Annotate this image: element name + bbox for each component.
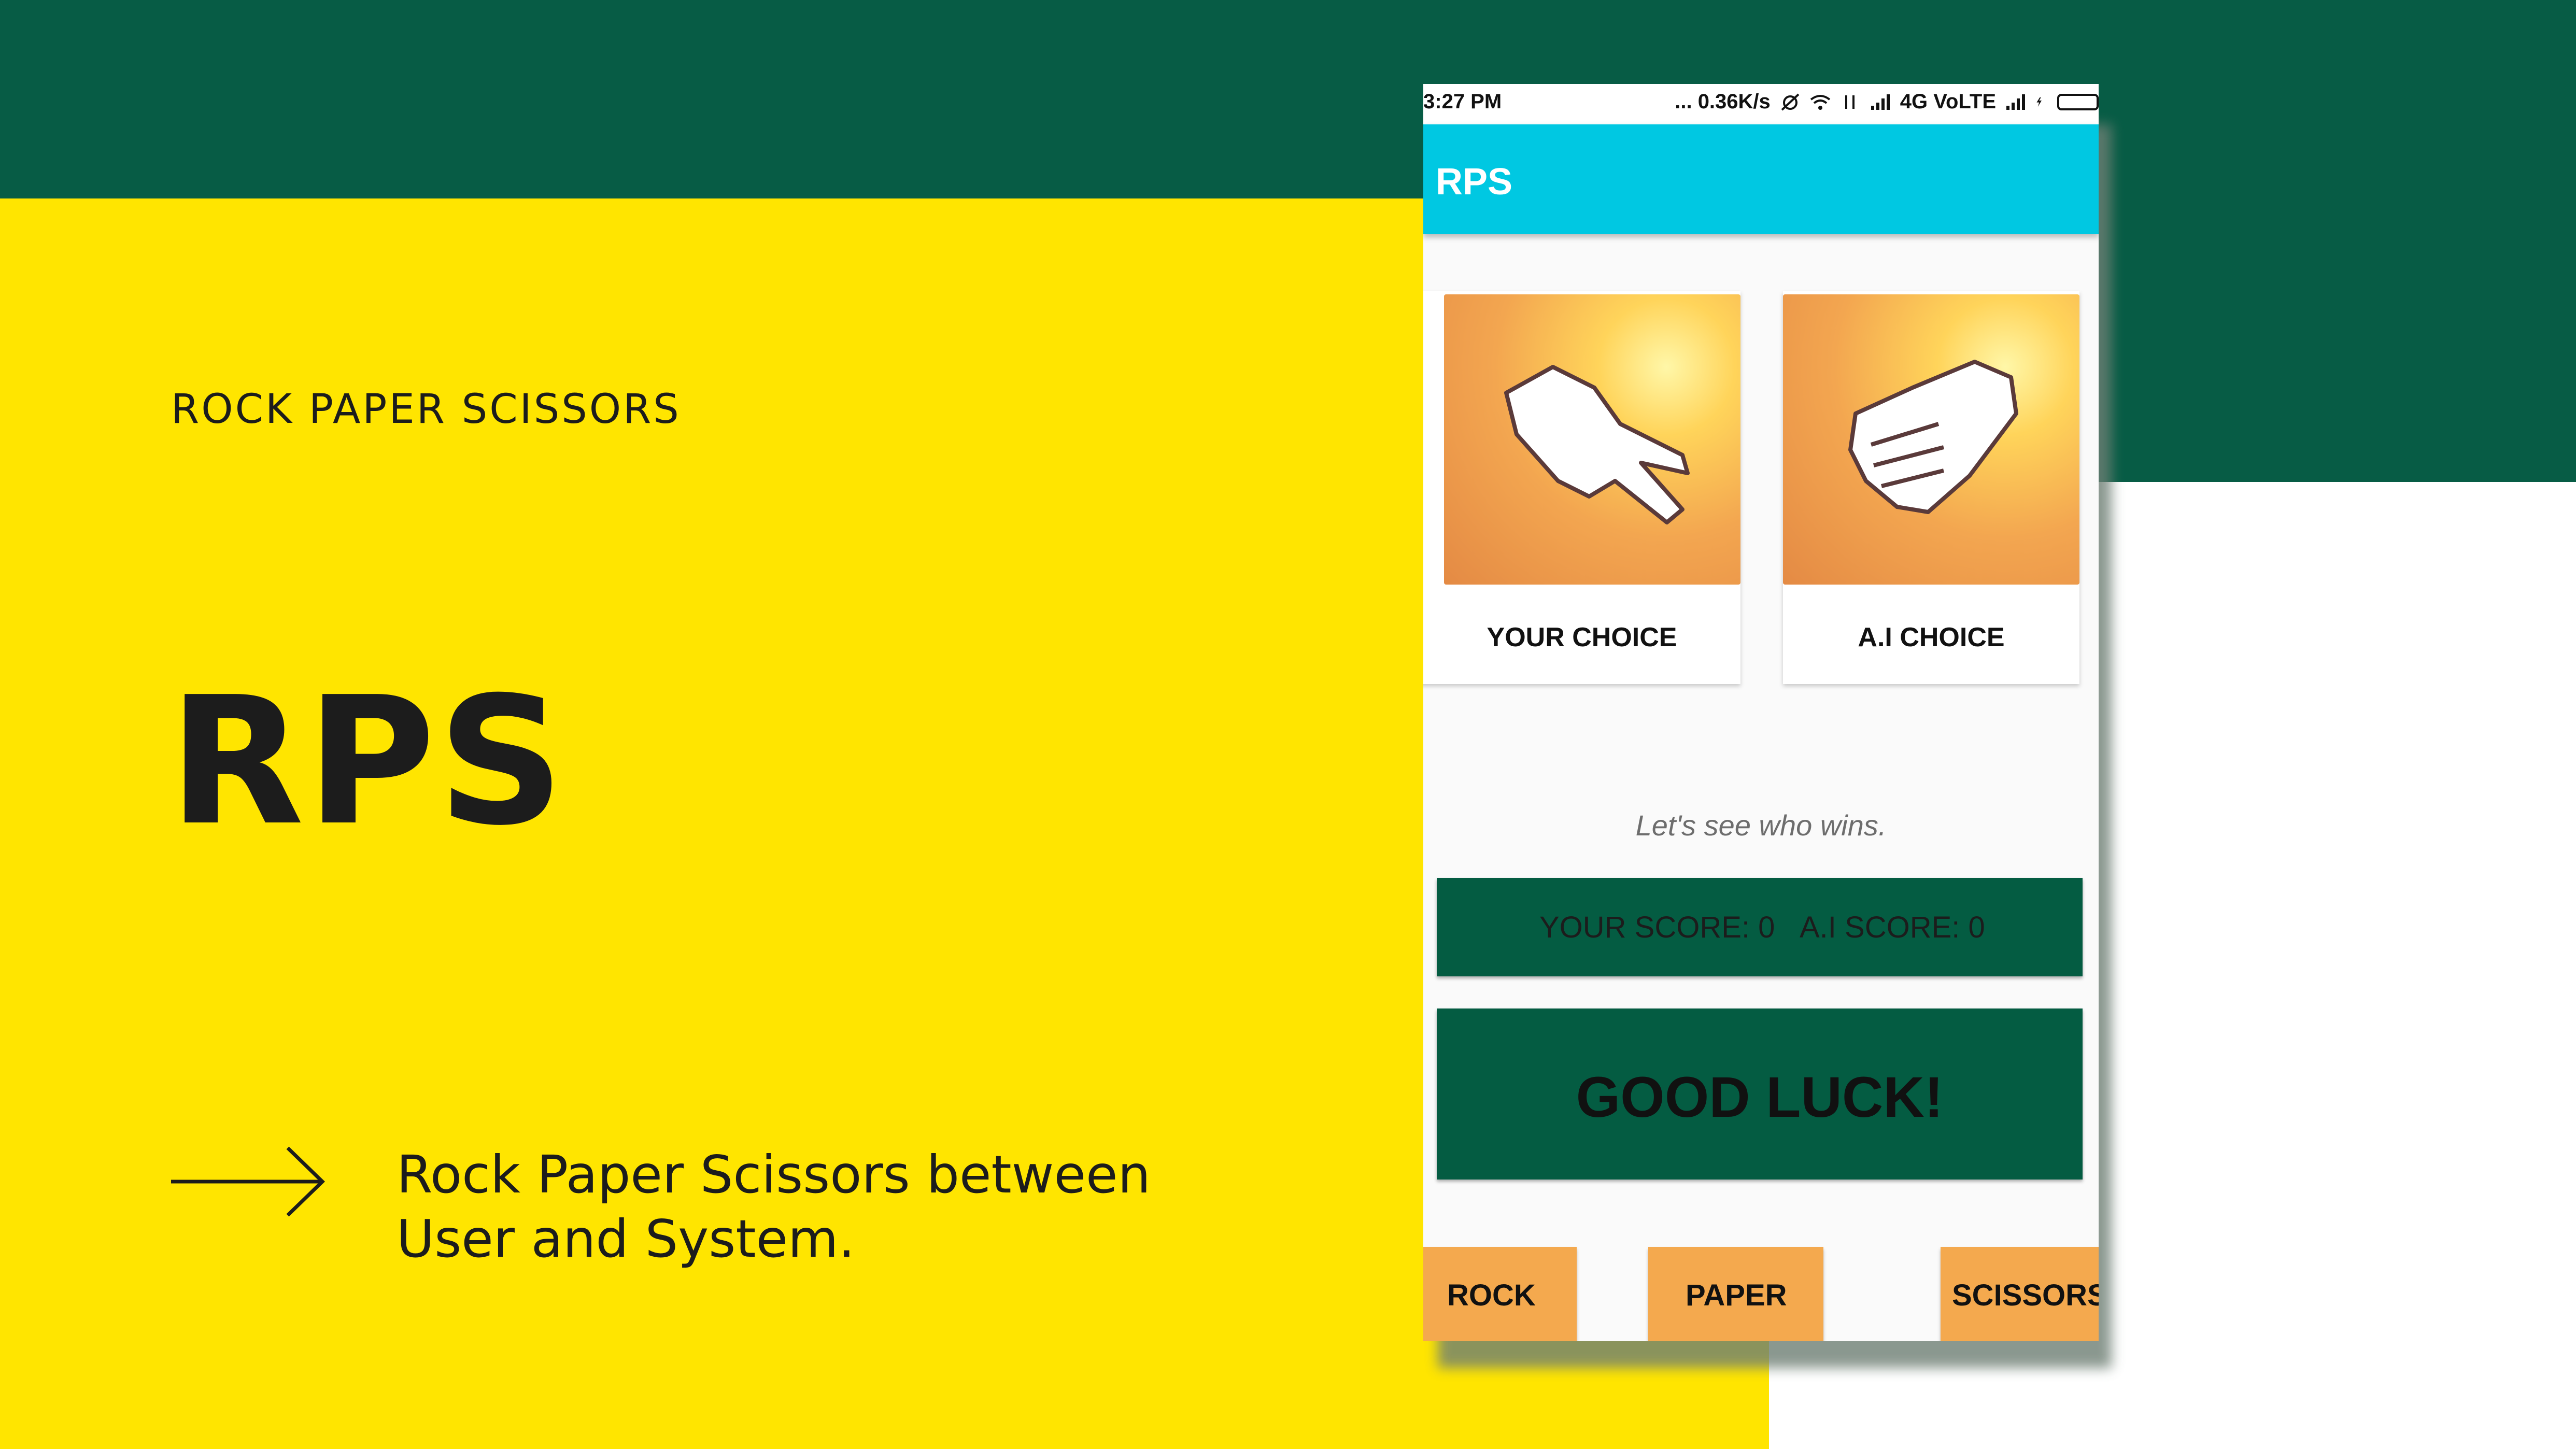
result-text: GOOD LUCK! xyxy=(1576,1066,1944,1129)
slide-title: RPS xyxy=(168,659,567,864)
ai-score: A.I SCORE: 0 xyxy=(1800,911,1985,944)
rock-button-label: ROCK xyxy=(1447,1278,1536,1312)
phone-screenshot: 3:27 PM ... 0.36K/s 4G VoLTE RPS YOUR CH… xyxy=(1423,84,2099,1341)
paper-button[interactable]: PAPER xyxy=(1648,1247,1823,1341)
rock-button[interactable]: ROCK xyxy=(1423,1247,1577,1341)
arrow-right-icon xyxy=(171,1146,325,1217)
your-score: YOUR SCORE: 0 xyxy=(1539,911,1775,944)
ai-choice-label: A.I CHOICE xyxy=(1858,622,2005,652)
data-transfer-icon xyxy=(1845,95,1855,109)
description-line-1: Rock Paper Scissors between xyxy=(397,1144,1151,1205)
your-choice-label: YOUR CHOICE xyxy=(1487,622,1677,652)
status-indicators: ... 0.36K/s 4G VoLTE xyxy=(1675,90,2099,113)
signal-strength-icon xyxy=(1871,94,1890,110)
result-panel: GOOD LUCK! xyxy=(1437,1008,2083,1180)
ai-choice-image xyxy=(1783,294,2079,585)
alarm-off-icon xyxy=(1781,93,1800,110)
description-line-2: User and System. xyxy=(397,1209,855,1269)
app-bar: RPS xyxy=(1423,124,2099,234)
ai-choice-card: A.I CHOICE xyxy=(1783,291,2079,684)
slide-eyebrow: ROCK PAPER SCISSORS xyxy=(171,386,681,433)
status-bar: 3:27 PM ... 0.36K/s 4G VoLTE xyxy=(1423,84,2099,124)
score-bar: YOUR SCORE: 0 A.I SCORE: 0 xyxy=(1437,878,2083,976)
your-choice-card: YOUR CHOICE xyxy=(1423,291,1740,684)
slide-description: Rock Paper Scissors between User and Sys… xyxy=(397,1143,1278,1271)
background-green-band xyxy=(0,0,2576,198)
network-speed: ... 0.36K/s xyxy=(1675,90,1771,113)
scissors-button[interactable]: SCISSORS xyxy=(1941,1247,2099,1341)
connection-type: 4G VoLTE xyxy=(1900,90,1996,113)
status-time: 3:27 PM xyxy=(1423,90,1502,113)
your-choice-image xyxy=(1444,294,1740,585)
app-title: RPS xyxy=(1436,161,1513,203)
signal-strength-2-icon xyxy=(2006,94,2025,110)
battery-icon xyxy=(2057,93,2099,110)
paper-button-label: PAPER xyxy=(1686,1278,1787,1312)
scissors-hand-icon xyxy=(1504,365,1690,524)
scissors-button-label: SCISSORS xyxy=(1952,1278,2099,1312)
game-status-message: Let's see who wins. xyxy=(1635,809,1887,842)
wifi-icon xyxy=(1810,94,1831,110)
rock-fist-icon xyxy=(1848,360,2018,514)
charging-icon xyxy=(2036,97,2042,107)
